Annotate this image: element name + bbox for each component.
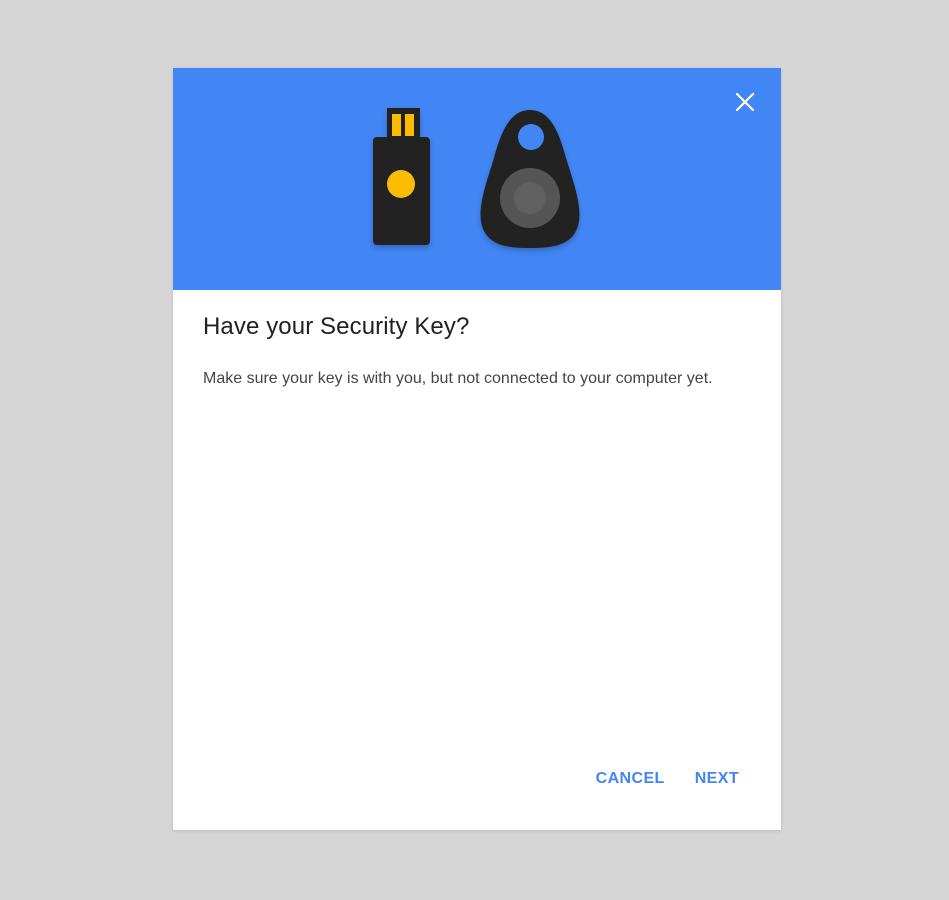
security-keys-illustration bbox=[373, 108, 580, 248]
dialog-header bbox=[173, 68, 781, 290]
close-icon bbox=[735, 92, 755, 112]
bluetooth-fob-security-key-icon bbox=[480, 110, 580, 248]
dialog-actions: CANCEL NEXT bbox=[588, 761, 747, 797]
cancel-button[interactable]: CANCEL bbox=[588, 761, 673, 797]
usb-security-key-icon bbox=[373, 108, 430, 245]
dialog-title: Have your Security Key? bbox=[203, 313, 470, 340]
dialog-message: Make sure your key is with you, but not … bbox=[203, 370, 713, 387]
security-key-dialog: Have your Security Key? Make sure your k… bbox=[173, 68, 781, 830]
close-button[interactable] bbox=[727, 84, 763, 120]
next-button[interactable]: NEXT bbox=[687, 761, 747, 797]
